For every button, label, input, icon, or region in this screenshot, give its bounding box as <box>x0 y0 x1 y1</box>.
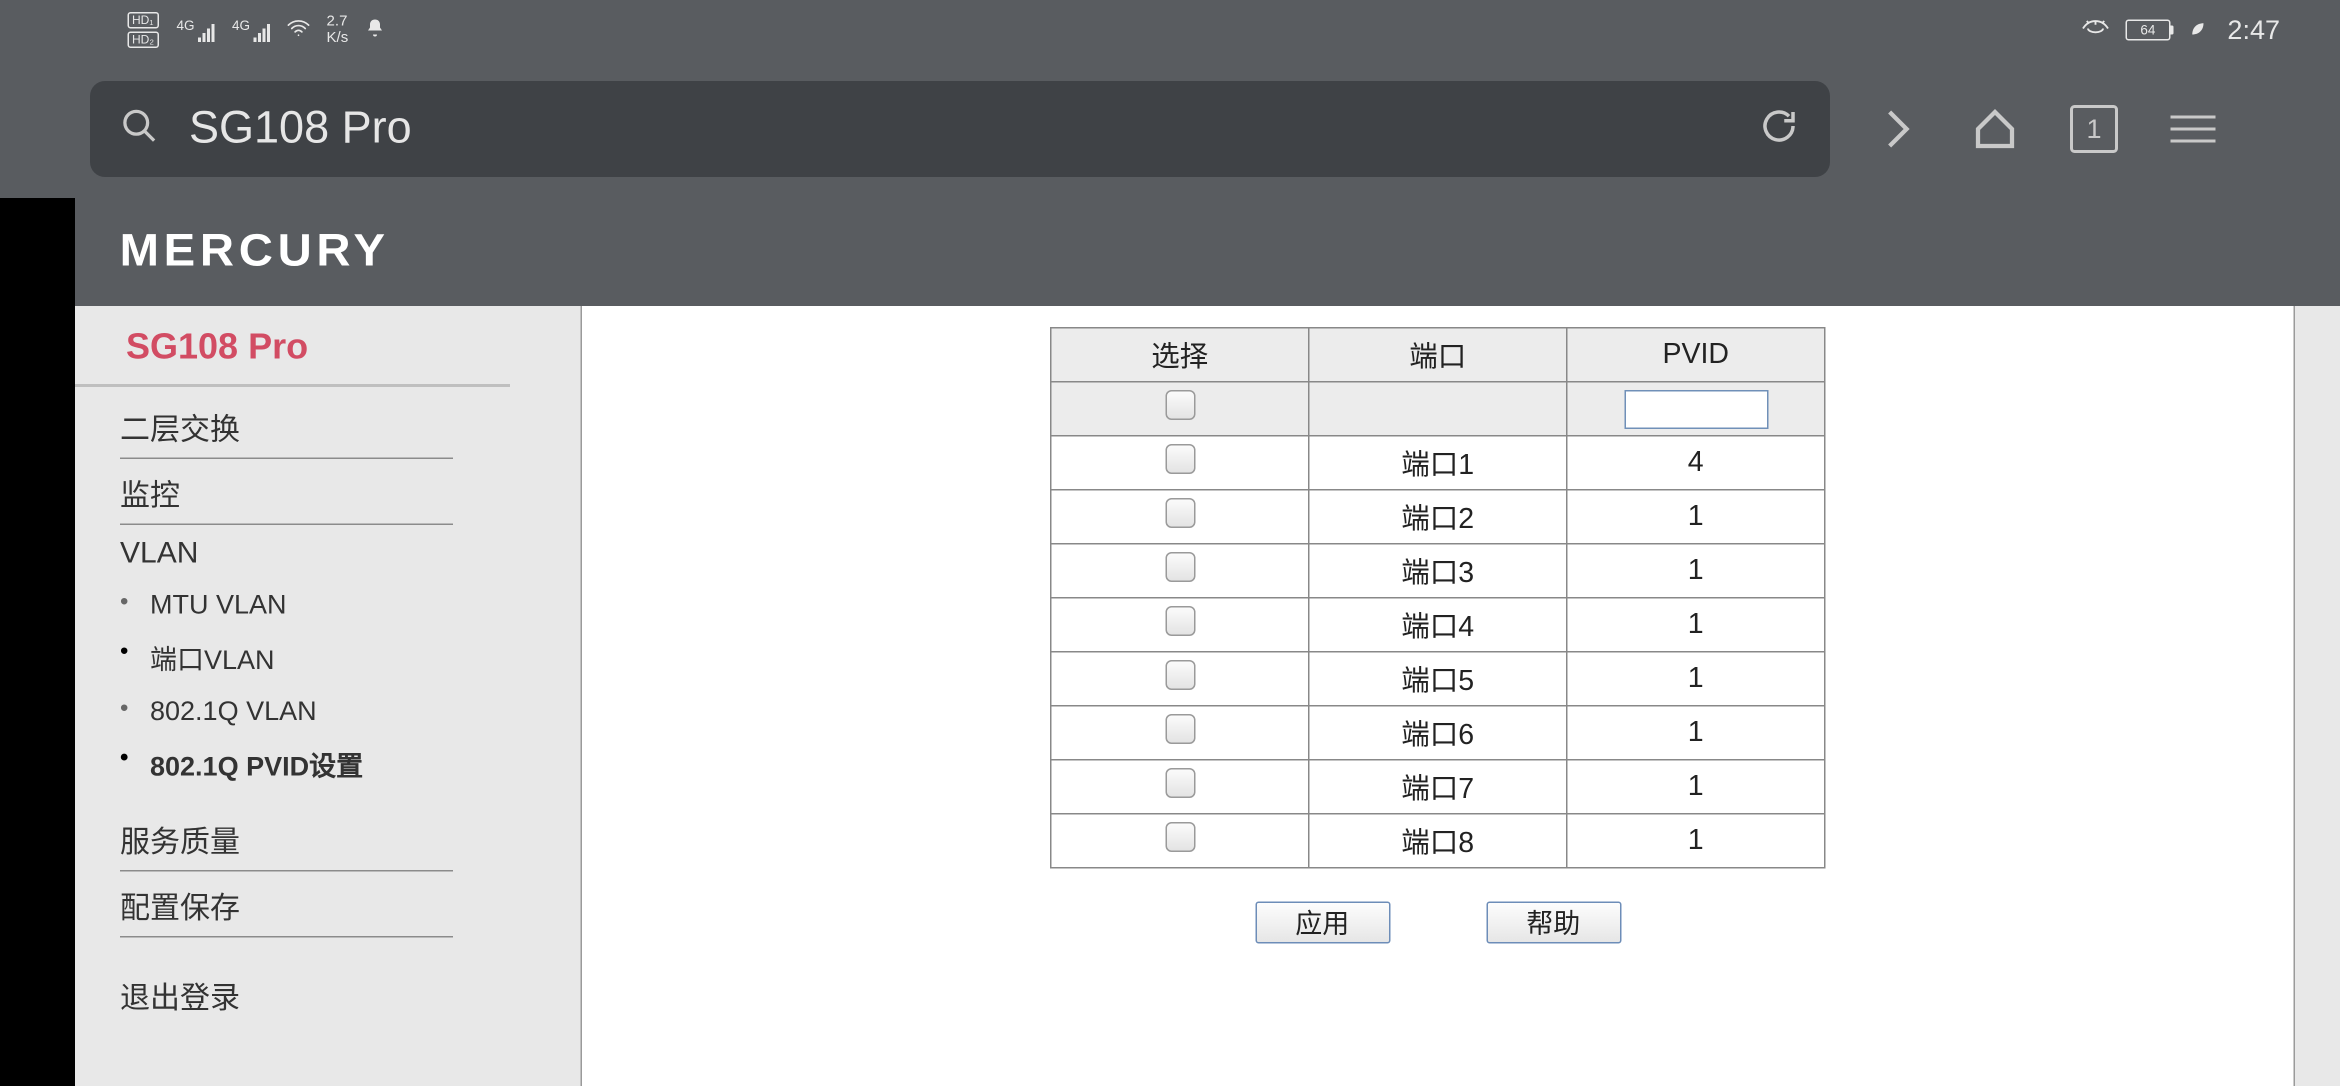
clock: 2:47 <box>2227 14 2280 46</box>
table-row: 端口8 1 <box>1051 814 1825 868</box>
pvid-table: 选择 端口 PVID <box>1050 327 1826 869</box>
row-checkbox[interactable] <box>1165 659 1195 689</box>
eye-comfort-icon <box>2080 17 2110 43</box>
port-cell: 端口5 <box>1309 652 1567 706</box>
sidebar-item-l2switch[interactable]: 二层交换 <box>120 393 453 459</box>
row-checkbox[interactable] <box>1165 551 1195 581</box>
row-checkbox[interactable] <box>1165 605 1195 635</box>
battery-indicator: 64 <box>2125 20 2173 41</box>
port-cell: 端口2 <box>1309 490 1567 544</box>
table-row: 端口4 1 <box>1051 598 1825 652</box>
col-pvid: PVID <box>1567 328 1825 382</box>
sidebar-item-qos[interactable]: 服务质量 <box>120 806 453 872</box>
sim2-signal: 4G <box>229 18 270 42</box>
col-select: 选择 <box>1051 328 1309 382</box>
sidebar-item-save-config[interactable]: 配置保存 <box>120 872 453 938</box>
sidebar-item-mtu-vlan[interactable]: MTU VLAN <box>120 581 513 631</box>
sidebar-item-vlan[interactable]: VLAN <box>120 525 453 581</box>
signal-bars-icon <box>198 24 215 42</box>
row-checkbox[interactable] <box>1165 821 1195 851</box>
sidebar-menu: 二层交换 监控 VLAN MTU VLAN 端口VLAN 802.1Q VLAN… <box>75 393 513 1026</box>
port-cell: 端口6 <box>1309 706 1567 760</box>
brand-banner: MERCURY <box>75 198 2340 306</box>
table-input-row <box>1051 382 1825 436</box>
sidebar: SG108 Pro 二层交换 监控 VLAN MTU VLAN 端口VLAN 8… <box>75 306 513 1086</box>
table-row: 端口3 1 <box>1051 544 1825 598</box>
signal-bars-icon <box>253 24 270 42</box>
sim1-network-label: 4G <box>177 18 195 33</box>
android-status-bar: HD₁ HD₂ 4G 4G 2.7 K/s <box>0 0 2340 60</box>
notification-bell-icon <box>363 16 387 45</box>
port-cell: 端口1 <box>1309 436 1567 490</box>
search-icon <box>120 106 159 153</box>
table-row: 端口6 1 <box>1051 706 1825 760</box>
pvid-cell: 1 <box>1567 598 1825 652</box>
menu-icon[interactable] <box>2160 116 2226 143</box>
select-all-checkbox[interactable] <box>1165 389 1195 419</box>
hd2-icon: HD₂ <box>128 32 159 49</box>
sidebar-item-port-vlan[interactable]: 端口VLAN <box>120 630 513 687</box>
battery-percent: 64 <box>2140 23 2155 38</box>
browser-toolbar: SG108 Pro 1 <box>0 60 2340 198</box>
table-row: 端口7 1 <box>1051 760 1825 814</box>
webpage-viewport: MERCURY SG108 Pro 二层交换 监控 VLAN MTU VLAN … <box>0 198 2340 1086</box>
sidebar-item-monitor[interactable]: 监控 <box>120 459 453 525</box>
pvid-cell: 4 <box>1567 436 1825 490</box>
speed-unit: K/s <box>327 30 349 47</box>
apply-button[interactable]: 应用 <box>1255 902 1390 944</box>
speed-value: 2.7 <box>327 14 349 31</box>
tab-count: 1 <box>2070 105 2118 153</box>
address-bar[interactable]: SG108 Pro <box>90 81 1830 177</box>
content-area: 选择 端口 PVID <box>513 306 2340 1086</box>
sidebar-item-8021q-vlan[interactable]: 802.1Q VLAN <box>120 687 513 737</box>
pvid-cell: 1 <box>1567 490 1825 544</box>
power-save-leaf-icon <box>2188 19 2206 42</box>
table-header-row: 选择 端口 PVID <box>1051 328 1825 382</box>
port-cell: 端口4 <box>1309 598 1567 652</box>
table-row: 端口1 4 <box>1051 436 1825 490</box>
sim2-network-label: 4G <box>232 18 250 33</box>
status-left: HD₁ HD₂ 4G 4G 2.7 K/s <box>128 12 388 48</box>
tabs-button[interactable]: 1 <box>2061 105 2127 153</box>
table-row: 端口5 1 <box>1051 652 1825 706</box>
forward-icon[interactable] <box>1863 104 1929 155</box>
hd-indicators: HD₁ HD₂ <box>128 12 159 48</box>
pvid-cell: 1 <box>1567 544 1825 598</box>
pvid-cell: 1 <box>1567 760 1825 814</box>
brand-logotype: MERCURY <box>120 227 390 278</box>
col-port: 端口 <box>1309 328 1567 382</box>
sim1-signal: 4G <box>174 18 215 42</box>
pvid-cell: 1 <box>1567 652 1825 706</box>
wifi-icon <box>285 14 312 46</box>
hd1-icon: HD₁ <box>128 12 159 29</box>
pvid-input[interactable] <box>1624 389 1768 428</box>
port-cell: 端口3 <box>1309 544 1567 598</box>
home-icon[interactable] <box>1962 104 2028 155</box>
row-checkbox[interactable] <box>1165 497 1195 527</box>
pvid-cell: 1 <box>1567 706 1825 760</box>
product-name: SG108 Pro <box>75 318 513 384</box>
row-checkbox[interactable] <box>1165 767 1195 797</box>
divider <box>75 384 510 387</box>
pvid-cell: 1 <box>1567 814 1825 868</box>
row-checkbox[interactable] <box>1165 713 1195 743</box>
sidebar-item-8021q-pvid[interactable]: 802.1Q PVID设置 <box>120 737 513 794</box>
status-right: 64 2:47 <box>2080 14 2280 46</box>
table-row: 端口2 1 <box>1051 490 1825 544</box>
content-panel: 选择 端口 PVID <box>581 306 2296 1086</box>
port-cell: 端口7 <box>1309 760 1567 814</box>
page-title: SG108 Pro <box>189 104 1758 155</box>
button-row: 应用 帮助 <box>1255 902 1621 944</box>
port-cell: 端口8 <box>1309 814 1567 868</box>
network-speed: 2.7 K/s <box>327 14 349 47</box>
help-button[interactable]: 帮助 <box>1486 902 1621 944</box>
sidebar-item-logout[interactable]: 退出登录 <box>120 962 453 1027</box>
reload-icon[interactable] <box>1758 104 1800 154</box>
row-checkbox[interactable] <box>1165 443 1195 473</box>
